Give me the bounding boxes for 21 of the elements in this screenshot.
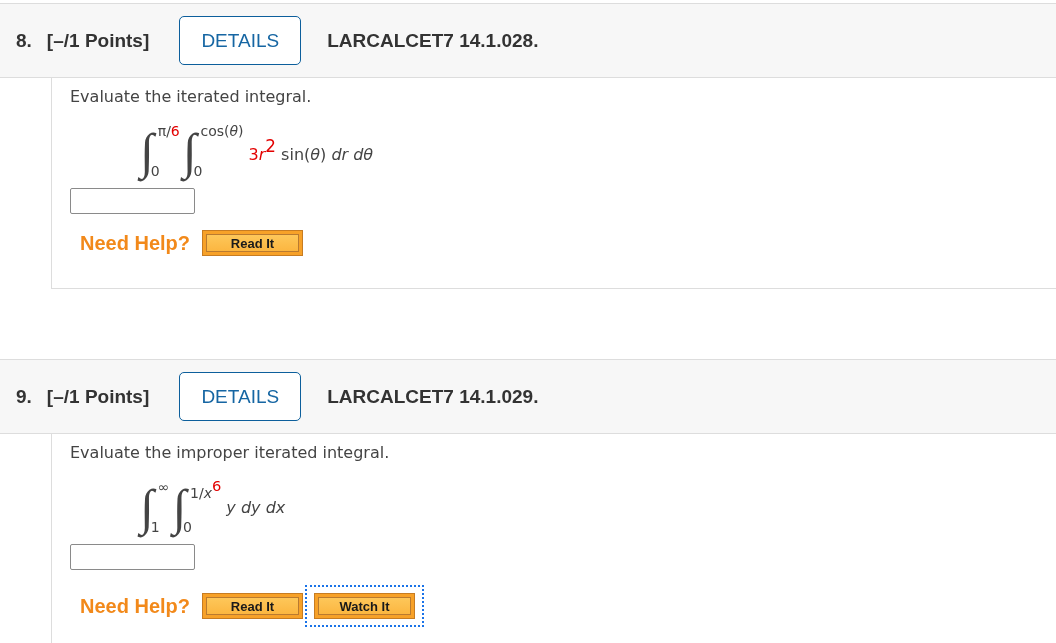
question-prompt: Evaluate the iterated integral.	[70, 87, 313, 107]
problem-reference: LARCALCET7 14.1.029.	[327, 385, 539, 408]
help-button[interactable]: Read It	[202, 593, 304, 619]
answer-field[interactable]	[70, 544, 195, 570]
need-help-label: Need Help?	[80, 594, 191, 618]
upper-limit: ∞	[157, 479, 170, 495]
upper-limit: π/6	[157, 123, 180, 139]
question-prompt: Evaluate the improper iterated integral.	[70, 443, 391, 463]
need-help-label: Need Help?	[80, 231, 191, 255]
integrand: y dy dx	[226, 497, 286, 517]
question-number: 8.	[16, 29, 32, 52]
details-button[interactable]: DETAILS	[179, 16, 302, 65]
help-button[interactable]: Watch It	[314, 593, 416, 619]
help-button[interactable]: Read It	[202, 230, 304, 256]
upper-limit: cos(θ)	[200, 123, 244, 139]
problem-reference: LARCALCET7 14.1.028.	[327, 29, 539, 52]
points-label: [–/1 Points]	[46, 385, 150, 408]
points-label: [–/1 Points]	[46, 29, 150, 52]
answer-field[interactable]	[70, 188, 195, 214]
details-button[interactable]: DETAILS	[179, 372, 302, 421]
question-number: 9.	[16, 385, 32, 408]
